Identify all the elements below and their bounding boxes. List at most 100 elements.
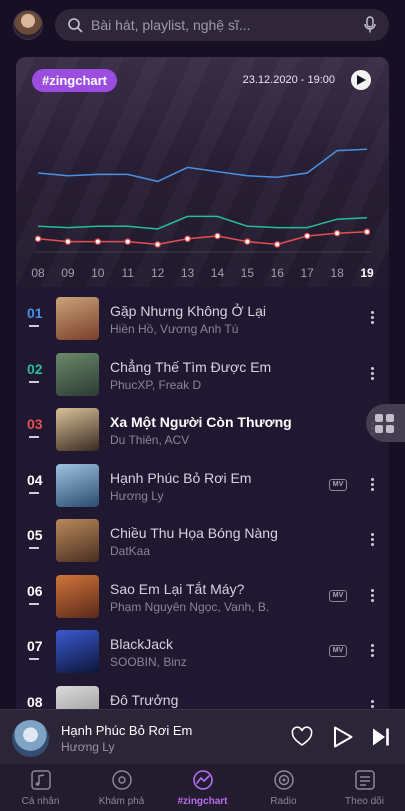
more-options-icon[interactable] (366, 476, 378, 496)
chart-point[interactable] (154, 241, 161, 248)
zingchart-card[interactable]: #zingchart 23.12.2020 - 19:00 08 09 10 11 12… (16, 57, 389, 287)
song-title: Sao Em Lại Tắt Máy? (110, 580, 245, 597)
song-rank: 07 (27, 638, 43, 654)
avatar[interactable] (13, 10, 43, 40)
radio-icon (274, 770, 294, 790)
chart-point[interactable] (64, 238, 72, 245)
rank-change-indicator (29, 602, 39, 605)
nav-label: Khám phá (98, 796, 145, 807)
more-options-icon[interactable] (366, 587, 378, 607)
chart-point[interactable] (184, 235, 191, 243)
chart-point[interactable] (303, 232, 311, 240)
song-list: 01 Gặp Nhưng Không Ở Lại Hiền Hồ, Vương An… (16, 287, 389, 709)
song-thumbnail[interactable] (56, 685, 99, 709)
feed-icon (355, 770, 375, 790)
nav-label: #zingchart (177, 796, 228, 807)
mini-player[interactable]: Hạnh Phúc Bỏ Rơi Em Hương Ly (0, 709, 405, 764)
song-title: Chẳng Thế Tìm Được Em (110, 358, 272, 375)
more-options-icon[interactable] (366, 698, 378, 710)
nav-label: Cá nhân (21, 796, 60, 807)
chart-x-tick-label[interactable]: 10 (91, 266, 105, 280)
song-thumbnail[interactable] (56, 297, 99, 340)
song-title: Xa Một Người Còn Thương (110, 414, 292, 430)
chart-x-tick-label[interactable]: 15 (241, 266, 255, 280)
song-title: Chiều Thu Họa Bóng Nàng (110, 525, 278, 541)
chart-x-tick-label[interactable]: 08 (31, 266, 45, 280)
music-library-icon (31, 770, 51, 790)
chart-icon (193, 770, 213, 790)
nav-item-1[interactable]: Cá nhân (0, 764, 81, 811)
song-row[interactable]: 01 Gặp Nhưng Không Ở Lại Hiền Hồ, Vương An… (16, 287, 389, 342)
mv-badge[interactable]: MV (329, 478, 347, 491)
search-icon (68, 18, 83, 33)
nav-item-3[interactable]: #zingchart (162, 764, 243, 811)
song-thumbnail[interactable] (56, 519, 99, 562)
chart-x-tick-label[interactable]: 17 (301, 266, 315, 280)
chart-point[interactable] (333, 229, 341, 237)
next-track-icon[interactable] (372, 727, 390, 747)
chart-x-tick-label[interactable]: 13 (181, 266, 195, 280)
chart-x-tick-label[interactable]: 09 (61, 266, 75, 280)
nav-item-5[interactable]: Theo dõi (324, 764, 405, 811)
line-chart: 08 09 10 11 12 13 14 15 16 17 18 19 (31, 148, 374, 280)
more-options-icon[interactable] (366, 531, 378, 551)
song-title: BlackJack (110, 636, 174, 652)
mv-badge[interactable]: MV (329, 645, 347, 657)
nav-item-2[interactable]: Khám phá (81, 764, 162, 811)
more-options-icon[interactable] (366, 365, 378, 385)
player-cover (12, 720, 49, 757)
chart-point[interactable] (124, 238, 131, 245)
song-thumbnail[interactable] (56, 408, 99, 451)
chart-point[interactable] (274, 241, 281, 248)
play-icon[interactable] (333, 726, 353, 748)
mv-badge[interactable]: MV (329, 589, 347, 602)
song-rank: 06 (27, 582, 43, 599)
chart-point[interactable] (363, 228, 371, 236)
song-row[interactable]: 06 Sao Em Lại Tắt Máy? Phạm Nguyên Ngọc, V… (16, 565, 389, 620)
song-row[interactable]: 02 Chẳng Thế Tìm Được Em PhucXP, Freak D (16, 343, 389, 398)
more-options-icon[interactable] (366, 642, 378, 662)
grid-icon (375, 414, 383, 422)
player-title: Hạnh Phúc Bỏ Rơi Em (61, 723, 193, 738)
top-bar: Bài hát, playlist, nghệ sĩ... (0, 0, 405, 52)
chart-x-tick-label[interactable]: 18 (330, 266, 344, 280)
nav-item-4[interactable]: Radio (243, 764, 324, 811)
chart-point[interactable] (214, 232, 221, 240)
song-thumbnail[interactable] (56, 630, 99, 673)
chart-point[interactable] (34, 235, 42, 243)
song-rank: 08 (27, 693, 43, 710)
rank-change-indicator (29, 436, 39, 438)
song-thumbnail[interactable] (56, 352, 99, 396)
chart-point[interactable] (244, 238, 251, 245)
heart-icon[interactable] (291, 726, 313, 748)
grid-view-button[interactable] (366, 404, 405, 442)
song-title: Đô Trưởng (110, 691, 179, 708)
song-artist: Hiền Hồ, Vương Anh Tú (110, 322, 239, 336)
chart-x-tick-label[interactable]: 16 (271, 266, 285, 280)
chart-series-line-3 (37, 231, 368, 246)
song-row[interactable]: 05 Chiều Thu Họa Bóng Nàng DatKaa (16, 509, 389, 564)
search-placeholder: Bài hát, playlist, nghệ sĩ... (91, 17, 251, 33)
song-artist: DatKaa (110, 544, 151, 558)
song-thumbnail[interactable] (56, 574, 99, 618)
chart-point[interactable] (94, 238, 102, 245)
song-thumbnail[interactable] (56, 463, 99, 507)
chart-x-tick-label[interactable]: 12 (151, 266, 165, 280)
song-row[interactable]: 08 Đô Trưởng (16, 676, 389, 710)
song-title: Gặp Nhưng Không Ở Lại (110, 303, 267, 319)
song-title: Hạnh Phúc Bỏ Rơi Em (110, 469, 252, 486)
more-options-icon[interactable] (366, 309, 378, 329)
microphone-icon[interactable] (363, 16, 377, 34)
song-row[interactable]: 04 Hạnh Phúc Bỏ Rơi Em Hương Ly MV (16, 454, 389, 509)
song-row[interactable]: 03 Xa Một Người Còn Thương Du Thiên, ACV (16, 398, 389, 453)
chart-x-tick-label[interactable]: 14 (211, 266, 225, 280)
chart-series-line-1 (37, 148, 368, 183)
chart-x-tick-label[interactable]: 19 (360, 266, 374, 280)
rank-change-indicator (29, 491, 39, 494)
chart-x-tick-label[interactable]: 11 (121, 266, 134, 280)
search-input[interactable]: Bài hát, playlist, nghệ sĩ... (55, 9, 389, 41)
player-artist: Hương Ly (61, 740, 115, 754)
song-row[interactable]: 07 BlackJack SOOBIN, Binz MV (16, 620, 389, 675)
rank-change-indicator (29, 658, 39, 660)
song-rank: 01 (27, 305, 43, 321)
